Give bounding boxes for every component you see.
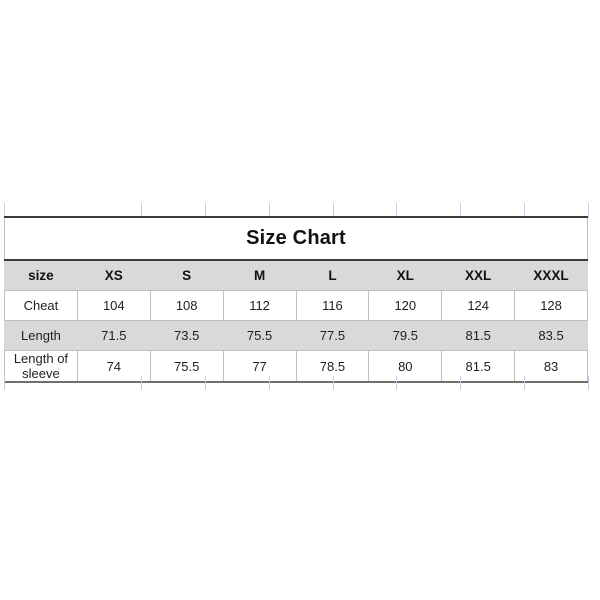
cell-cheat-xl: 120 <box>368 290 443 321</box>
header-cell-s: S <box>149 259 224 291</box>
cell-sleeve-xxl: 81.5 <box>441 350 516 383</box>
table-row: Length 71.5 73.5 75.5 77.5 79.5 81.5 83.… <box>4 320 588 351</box>
header-cell-m: M <box>222 259 297 291</box>
header-cell-size: size <box>4 259 78 291</box>
header-cell-xxl: XXL <box>441 259 516 291</box>
cell-cheat-xxxl: 128 <box>514 290 588 321</box>
cell-length-xxxl: 83.5 <box>514 320 588 351</box>
chart-title: Size Chart <box>4 216 588 261</box>
cell-length-xl: 79.5 <box>368 320 443 351</box>
size-chart-container: Size Chart size XS S M L XL XXL XXXL Che… <box>4 216 588 383</box>
header-cell-xs: XS <box>76 259 151 291</box>
cell-length-xs: 71.5 <box>76 320 151 351</box>
size-chart-body: Size Chart size XS S M L XL XXL XXXL Che… <box>4 216 588 383</box>
cell-cheat-m: 112 <box>222 290 297 321</box>
cell-cheat-xs: 104 <box>76 290 151 321</box>
header-cell-xxxl: XXXL <box>514 259 588 291</box>
row-label-length-of-sleeve: Length of sleeve <box>4 350 78 383</box>
cell-length-l: 77.5 <box>295 320 370 351</box>
row-label-length: Length <box>4 320 78 351</box>
cell-cheat-l: 116 <box>295 290 370 321</box>
cell-sleeve-l: 78.5 <box>295 350 370 383</box>
cell-sleeve-xxxl: 83 <box>514 350 588 383</box>
row-label-cheat: Cheat <box>4 290 78 321</box>
cell-sleeve-xs: 74 <box>76 350 151 383</box>
header-cell-l: L <box>295 259 370 291</box>
cell-cheat-s: 108 <box>149 290 224 321</box>
header-cell-xl: XL <box>368 259 443 291</box>
cell-sleeve-xl: 80 <box>368 350 443 383</box>
cell-sleeve-m: 77 <box>222 350 297 383</box>
spreadsheet-gridline-edge-top <box>4 203 5 217</box>
table-row: Length of sleeve 74 75.5 77 78.5 80 81.5… <box>4 350 588 383</box>
cell-length-m: 75.5 <box>222 320 297 351</box>
cell-length-s: 73.5 <box>149 320 224 351</box>
table-row: Cheat 104 108 112 116 120 124 128 <box>4 290 588 321</box>
column-header-row: size XS S M L XL XXL XXXL <box>4 259 588 291</box>
cell-cheat-xxl: 124 <box>441 290 516 321</box>
cell-sleeve-s: 75.5 <box>149 350 224 383</box>
cell-length-xxl: 81.5 <box>441 320 516 351</box>
title-row: Size Chart <box>4 216 588 261</box>
size-chart-table: Size Chart size XS S M L XL XXL XXXL Che… <box>4 216 588 383</box>
spreadsheet-gridlines-top <box>0 203 600 217</box>
